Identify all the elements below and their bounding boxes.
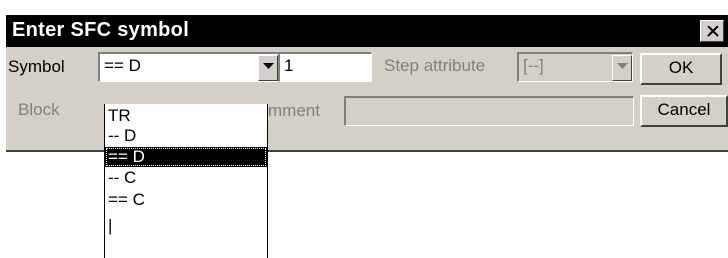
cancel-button[interactable]: Cancel xyxy=(640,95,728,127)
step-attribute-dropdown-button[interactable] xyxy=(612,55,632,81)
list-item-label: == C xyxy=(108,190,145,209)
step-attribute-value: [--] xyxy=(523,56,544,75)
comment-label: mment xyxy=(268,101,320,120)
step-number-value: 1 xyxy=(284,56,294,75)
step-attribute-label: Step attribute xyxy=(384,56,486,75)
list-item[interactable]: -- D xyxy=(105,126,267,146)
close-icon xyxy=(707,26,719,37)
symbol-dropdown-list[interactable]: TR -- D == D -- C == C | xyxy=(104,104,268,258)
list-item-label: -- C xyxy=(108,168,137,187)
block-label: Block xyxy=(18,100,60,119)
list-item-label: | xyxy=(108,216,113,235)
step-number-input[interactable]: 1 xyxy=(278,52,372,82)
list-item-label: TR xyxy=(108,106,131,125)
list-item-label: -- D xyxy=(108,126,137,145)
list-item[interactable]: == C xyxy=(105,190,267,210)
close-button[interactable] xyxy=(700,20,724,42)
list-item[interactable]: TR xyxy=(105,106,267,126)
comment-input[interactable] xyxy=(344,96,634,126)
dialog-title: Enter SFC symbol xyxy=(12,19,190,41)
list-item[interactable]: -- C xyxy=(105,168,267,188)
symbol-dropdown-button[interactable] xyxy=(258,55,278,81)
chevron-down-icon xyxy=(617,63,628,69)
symbol-label: Symbol xyxy=(8,57,65,76)
list-item-label: == D xyxy=(108,147,145,166)
symbol-select-value: == D xyxy=(104,56,141,75)
symbol-select[interactable]: == D xyxy=(98,52,280,82)
list-item[interactable]: | xyxy=(105,216,267,236)
chevron-down-icon xyxy=(263,63,274,69)
ok-button[interactable]: OK xyxy=(640,53,722,85)
step-attribute-select[interactable]: [--] xyxy=(517,52,633,82)
title-bar[interactable]: Enter SFC symbol xyxy=(6,15,728,47)
list-item-selected[interactable]: == D xyxy=(105,147,267,167)
